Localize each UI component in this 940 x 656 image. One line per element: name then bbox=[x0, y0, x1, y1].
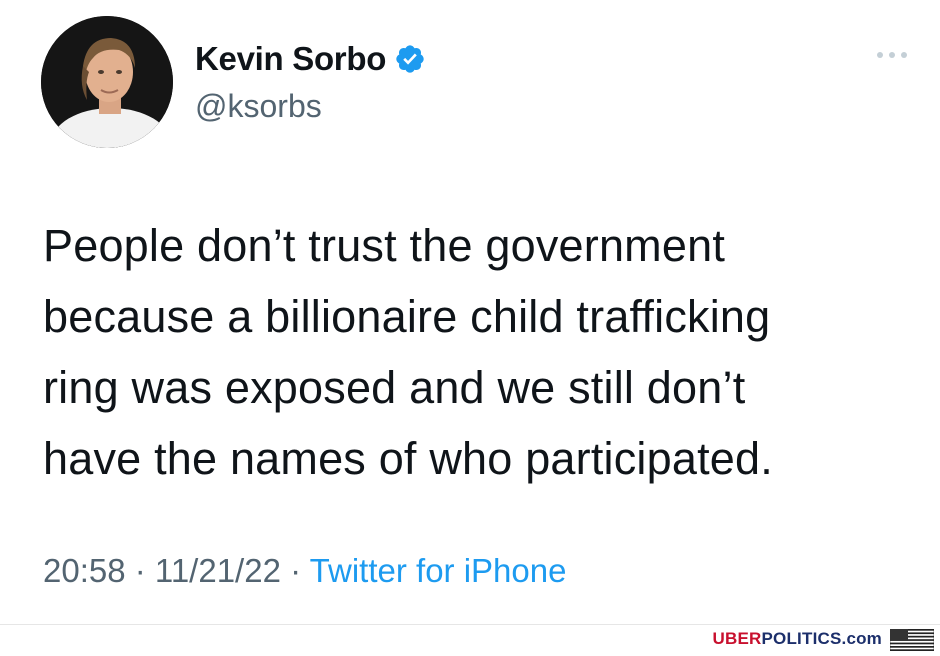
more-options-icon[interactable] bbox=[872, 45, 912, 65]
brand-part-3: .com bbox=[841, 629, 882, 648]
tweet-source-link[interactable]: Twitter for iPhone bbox=[310, 552, 567, 589]
avatar[interactable] bbox=[41, 16, 173, 148]
brand-part-1: UBER bbox=[712, 629, 762, 648]
meta-separator: · bbox=[280, 552, 310, 589]
tweet-text: People don’t trust the government becaus… bbox=[43, 210, 923, 494]
watermark-brand: UBERPOLITICS.com bbox=[713, 629, 882, 649]
watermark-footer: UBERPOLITICS.com bbox=[0, 624, 940, 654]
us-flag-icon bbox=[889, 628, 935, 652]
tweet-meta: 20:58 · 11/21/22 · Twitter for iPhone bbox=[43, 552, 566, 590]
author-row: Kevin Sorbo bbox=[195, 40, 426, 78]
tweet-text-line: because a billionaire child trafficking bbox=[43, 291, 771, 342]
avatar-image bbox=[41, 16, 173, 148]
tweet-text-line: People don’t trust the government bbox=[43, 220, 726, 271]
brand-part-2: POLITICS bbox=[761, 629, 842, 648]
user-handle[interactable]: @ksorbs bbox=[195, 88, 322, 125]
tweet-text-line: have the names of who participated. bbox=[43, 433, 773, 484]
tweet-date[interactable]: 11/21/22 bbox=[155, 552, 281, 589]
meta-separator: · bbox=[125, 552, 155, 589]
tweet-text-line: ring was exposed and we still don’t bbox=[43, 362, 746, 413]
tweet-card: Kevin Sorbo @ksorbs People don’t trust t… bbox=[0, 0, 940, 620]
display-name[interactable]: Kevin Sorbo bbox=[195, 40, 386, 78]
tweet-time[interactable]: 20:58 bbox=[43, 552, 126, 589]
verified-badge-icon bbox=[394, 43, 426, 75]
